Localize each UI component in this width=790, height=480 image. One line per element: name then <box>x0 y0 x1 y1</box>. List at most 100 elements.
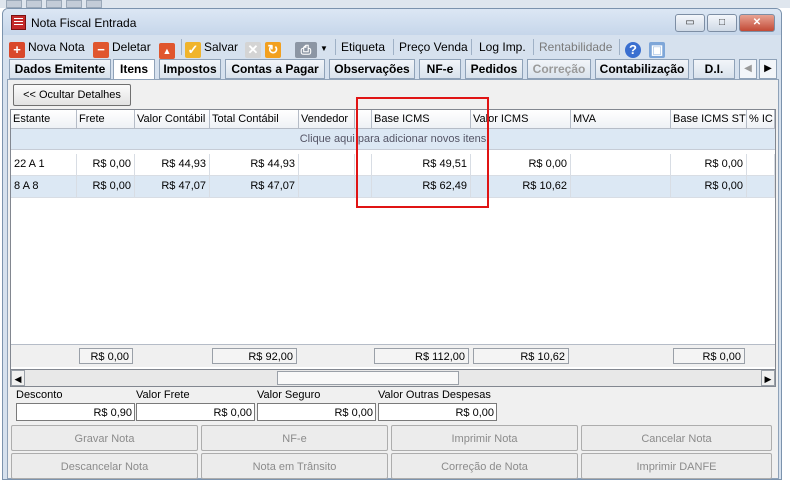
salvar-label: Salvar <box>204 40 239 54</box>
scroll-right-arrow-icon[interactable]: ▶ <box>761 370 775 386</box>
close-button[interactable]: ✕ <box>739 14 775 32</box>
tab-nf-e[interactable]: NF-e <box>419 59 461 79</box>
move-up-button[interactable]: ▲ <box>159 38 178 59</box>
column-header[interactable]: MVA <box>571 110 671 128</box>
valor-outras-despesas-field[interactable]: R$ 0,00 <box>378 403 497 421</box>
ocultar-detalhes-button[interactable]: << Ocultar Detalhes <box>13 84 131 106</box>
descancelar-nota-button[interactable]: Descancelar Nota <box>11 453 198 479</box>
table-cell[interactable]: R$ 0,00 <box>671 176 747 197</box>
table-cell[interactable]: 8 A 8 <box>11 176 77 197</box>
tab-scroll-left-button[interactable]: ◀ <box>739 59 757 79</box>
table-cell[interactable] <box>299 154 355 175</box>
tab-bar: Dados Emitente Itens Impostos Contas a P… <box>7 59 779 80</box>
nova-nota-button[interactable]: + Nova Nota <box>9 38 85 58</box>
total-frete: R$ 0,00 <box>79 348 133 364</box>
title-bar[interactable]: Nota Fiscal Entrada ▭ □ ✕ <box>3 9 781 35</box>
etiqueta-button[interactable]: Etiqueta <box>341 38 385 56</box>
taskbar-icon <box>46 0 62 8</box>
cancelar-nota-button[interactable]: Cancelar Nota <box>581 425 772 451</box>
log-imp-button[interactable]: Log Imp. <box>479 38 526 56</box>
nova-nota-label: Nova Nota <box>28 40 85 54</box>
desconto-label: Desconto <box>16 389 63 401</box>
nota-em-transito-button[interactable]: Nota em Trânsito <box>201 453 388 479</box>
cancel-x-icon: ✕ <box>245 42 261 58</box>
desconto-field[interactable]: R$ 0,90 <box>16 403 135 421</box>
refresh-button[interactable]: ↻ <box>265 38 284 58</box>
tab-pedidos[interactable]: Pedidos <box>465 59 523 79</box>
taskbar-icon <box>66 0 82 8</box>
tab-scroll-right-button[interactable]: ▶ <box>759 59 777 79</box>
table-cell[interactable] <box>571 154 671 175</box>
tab-dados-emitente[interactable]: Dados Emitente <box>9 59 111 79</box>
table-cell[interactable]: R$ 0,00 <box>77 176 135 197</box>
toolbar-separator <box>533 39 534 55</box>
table-cell[interactable]: 22 A 1 <box>11 154 77 175</box>
triangle-up-icon: ▲ <box>159 43 175 59</box>
salvar-button[interactable]: ✓ Salvar <box>185 38 239 58</box>
app-icon <box>11 15 26 30</box>
deletar-button[interactable]: − Deletar <box>93 38 151 58</box>
nf-e-button[interactable]: NF-e <box>201 425 388 451</box>
tab-itens[interactable]: Itens <box>113 59 155 80</box>
cancel-button[interactable]: ✕ <box>245 38 264 58</box>
scroll-left-arrow-icon[interactable]: ◀ <box>11 370 25 386</box>
print-button[interactable]: ⎙ ▼ <box>295 38 328 58</box>
nota-fiscal-window: Nota Fiscal Entrada ▭ □ ✕ + Nova Nota − De… <box>2 8 782 480</box>
help-icon: ? <box>625 42 641 58</box>
column-header[interactable]: Valor Contábil <box>135 110 210 128</box>
table-cell[interactable]: R$ 0,00 <box>671 154 747 175</box>
total-valor-icms: R$ 10,62 <box>473 348 569 364</box>
table-cell[interactable]: R$ 47,07 <box>210 176 299 197</box>
toolbar-separator <box>393 39 394 55</box>
table-cell[interactable] <box>299 176 355 197</box>
table-cell[interactable]: R$ 44,93 <box>210 154 299 175</box>
deletar-label: Deletar <box>112 40 151 54</box>
rentabilidade-button[interactable]: Rentabilidade <box>539 38 612 56</box>
table-cell[interactable] <box>747 154 775 175</box>
column-header[interactable]: Estante <box>11 110 77 128</box>
table-cell[interactable]: R$ 0,00 <box>77 154 135 175</box>
printer-icon: ⎙ <box>295 42 317 58</box>
column-header[interactable]: % IC <box>747 110 775 128</box>
imprimir-danfe-button[interactable]: Imprimir DANFE <box>581 453 772 479</box>
minimize-button[interactable]: ▭ <box>675 14 705 32</box>
taskbar-icon <box>6 0 22 8</box>
tab-contabilizacao[interactable]: Contabilização <box>595 59 689 79</box>
gravar-nota-button[interactable]: Gravar Nota <box>11 425 198 451</box>
total-base-icms: R$ 112,00 <box>374 348 469 364</box>
total-base-icms-st: R$ 0,00 <box>673 348 745 364</box>
maximize-button[interactable]: □ <box>707 14 737 32</box>
tab-di[interactable]: D.I. <box>693 59 735 79</box>
highlight-annotation-box <box>356 97 489 208</box>
table-cell[interactable]: R$ 47,07 <box>135 176 210 197</box>
column-header[interactable]: Total Contábil <box>210 110 299 128</box>
background-window-strip <box>0 0 790 8</box>
correcao-de-nota-button[interactable]: Correção de Nota <box>391 453 578 479</box>
tab-correcao[interactable]: Correção <box>527 59 591 79</box>
valor-frete-field[interactable]: R$ 0,00 <box>136 403 255 421</box>
table-cell[interactable] <box>571 176 671 197</box>
imprimir-nota-button[interactable]: Imprimir Nota <box>391 425 578 451</box>
window-button[interactable]: ▣ <box>649 38 668 58</box>
screen-icon: ▣ <box>649 42 665 58</box>
tab-contas-a-pagar[interactable]: Contas a Pagar <box>225 59 325 79</box>
chevron-down-icon: ▼ <box>320 44 328 53</box>
preco-venda-button[interactable]: Preço Venda <box>399 38 468 56</box>
column-header[interactable]: Vendedor <box>299 110 355 128</box>
scrollbar-thumb[interactable] <box>277 371 459 385</box>
tab-impostos[interactable]: Impostos <box>159 59 221 79</box>
help-button[interactable]: ? <box>625 38 644 58</box>
refresh-icon: ↻ <box>265 42 281 58</box>
minus-icon: − <box>93 42 109 58</box>
valor-seguro-field[interactable]: R$ 0,00 <box>257 403 376 421</box>
column-header[interactable]: Frete <box>77 110 135 128</box>
toolbar-separator <box>471 39 472 55</box>
table-cell[interactable]: R$ 44,93 <box>135 154 210 175</box>
column-header[interactable]: Base ICMS ST <box>671 110 747 128</box>
table-cell[interactable] <box>747 176 775 197</box>
toolbar-separator <box>335 39 336 55</box>
horizontal-scrollbar[interactable]: ◀ ▶ <box>10 369 776 387</box>
tab-observacoes[interactable]: Observações <box>329 59 415 79</box>
toolbar-separator <box>181 39 182 55</box>
grid-totals-row: R$ 0,00 R$ 92,00 R$ 112,00 R$ 10,62 R$ 0… <box>11 344 775 367</box>
